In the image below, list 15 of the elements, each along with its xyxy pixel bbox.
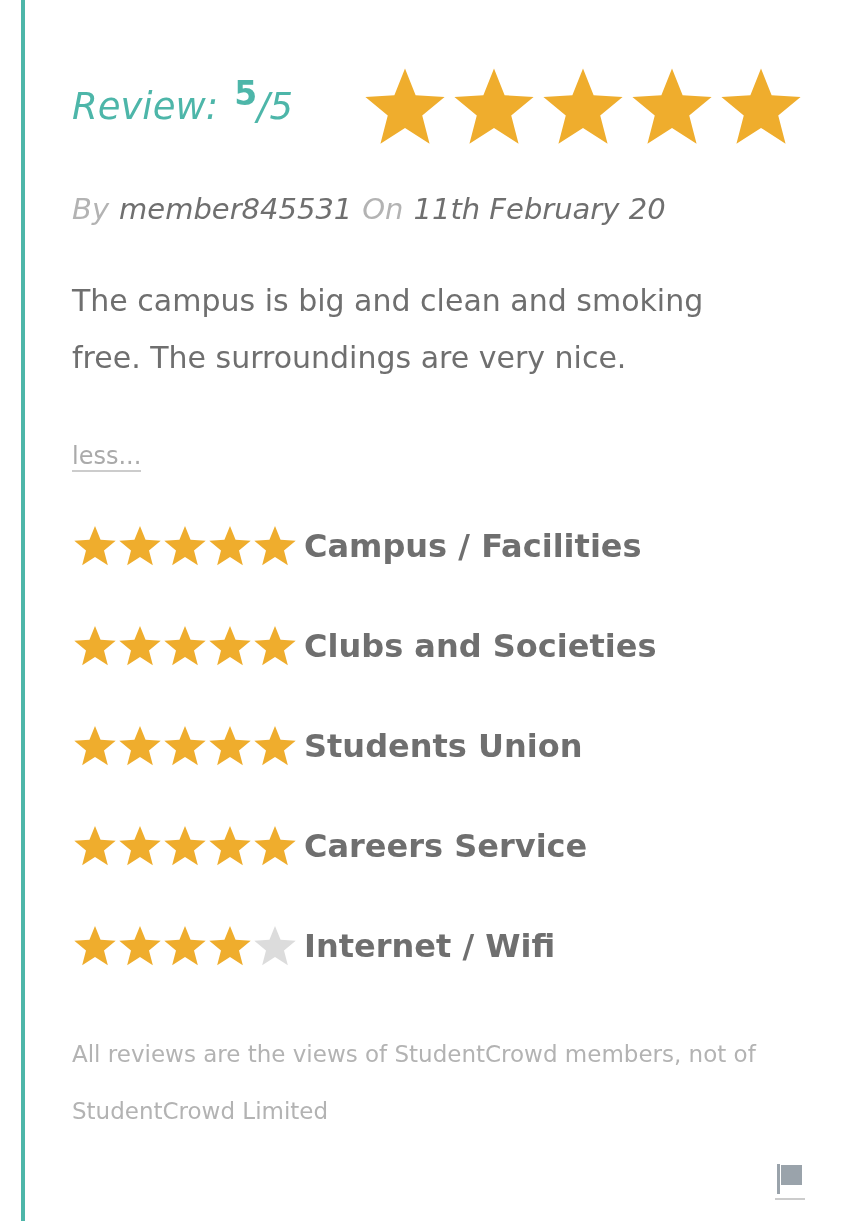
byline-prefix: By bbox=[72, 191, 110, 228]
rating-category: Clubs and Societies bbox=[304, 625, 657, 667]
review-score: 5 bbox=[234, 73, 258, 114]
byline-on: On bbox=[362, 191, 404, 228]
disclaimer-text: All reviews are the views of StudentCrowd members, not of StudentCrowd Limited bbox=[72, 1039, 758, 1126]
rating-category: Students Union bbox=[304, 725, 583, 767]
rating-category: Careers Service bbox=[304, 825, 588, 867]
member-name: member845531 bbox=[119, 191, 353, 228]
less-link[interactable]: less... bbox=[72, 441, 142, 472]
review-text: The campus is big and clean and smoking free. The surroundings are very nice. bbox=[72, 281, 705, 377]
flag-icon bbox=[776, 1162, 804, 1195]
review-label: Review: bbox=[72, 84, 219, 131]
rating-category: Internet / Wifi bbox=[304, 925, 556, 967]
review-date: 11th February 20 bbox=[413, 191, 666, 228]
rating-category: Campus / Facilities bbox=[304, 525, 642, 567]
